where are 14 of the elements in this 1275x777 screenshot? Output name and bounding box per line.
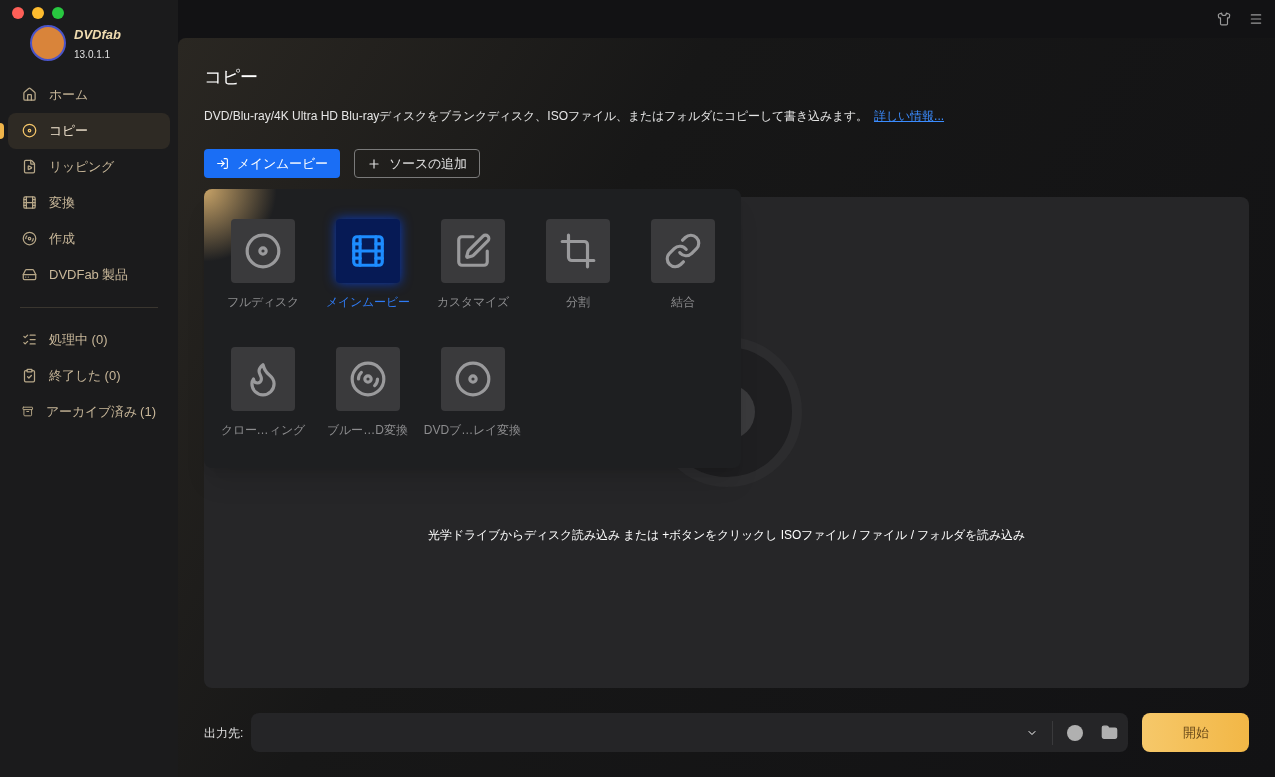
- drop-hint-text: 光学ドライブからディスク読み込み または +ボタンをクリックし ISOファイル / ファイル / フォルダを読み込み: [427, 527, 1026, 544]
- output-label: 出力先:: [204, 724, 244, 742]
- description-text: DVD/Blu-ray/4K Ultra HD Blu-rayディスクをブランクディスク、ISOファイル、またはフォルダにコピーして書き込みます。: [204, 108, 869, 125]
- mode-label: DVDブ…レイ変換: [423, 422, 522, 439]
- mode-label: 分割: [565, 294, 590, 311]
- page-title: コピー: [204, 66, 259, 89]
- app-version: 13.0.1.1: [74, 47, 112, 62]
- mode-label: カスタマイズ: [436, 294, 509, 311]
- mode-label: ブルー…D変換: [327, 422, 408, 439]
- mode-label: メインムービー: [325, 294, 410, 311]
- mode-label: クロー…ィング: [220, 422, 305, 439]
- app-name: DVDfab: [74, 26, 121, 44]
- mode-label: フルディスク: [226, 294, 299, 311]
- mode-label: 結合: [670, 294, 695, 311]
